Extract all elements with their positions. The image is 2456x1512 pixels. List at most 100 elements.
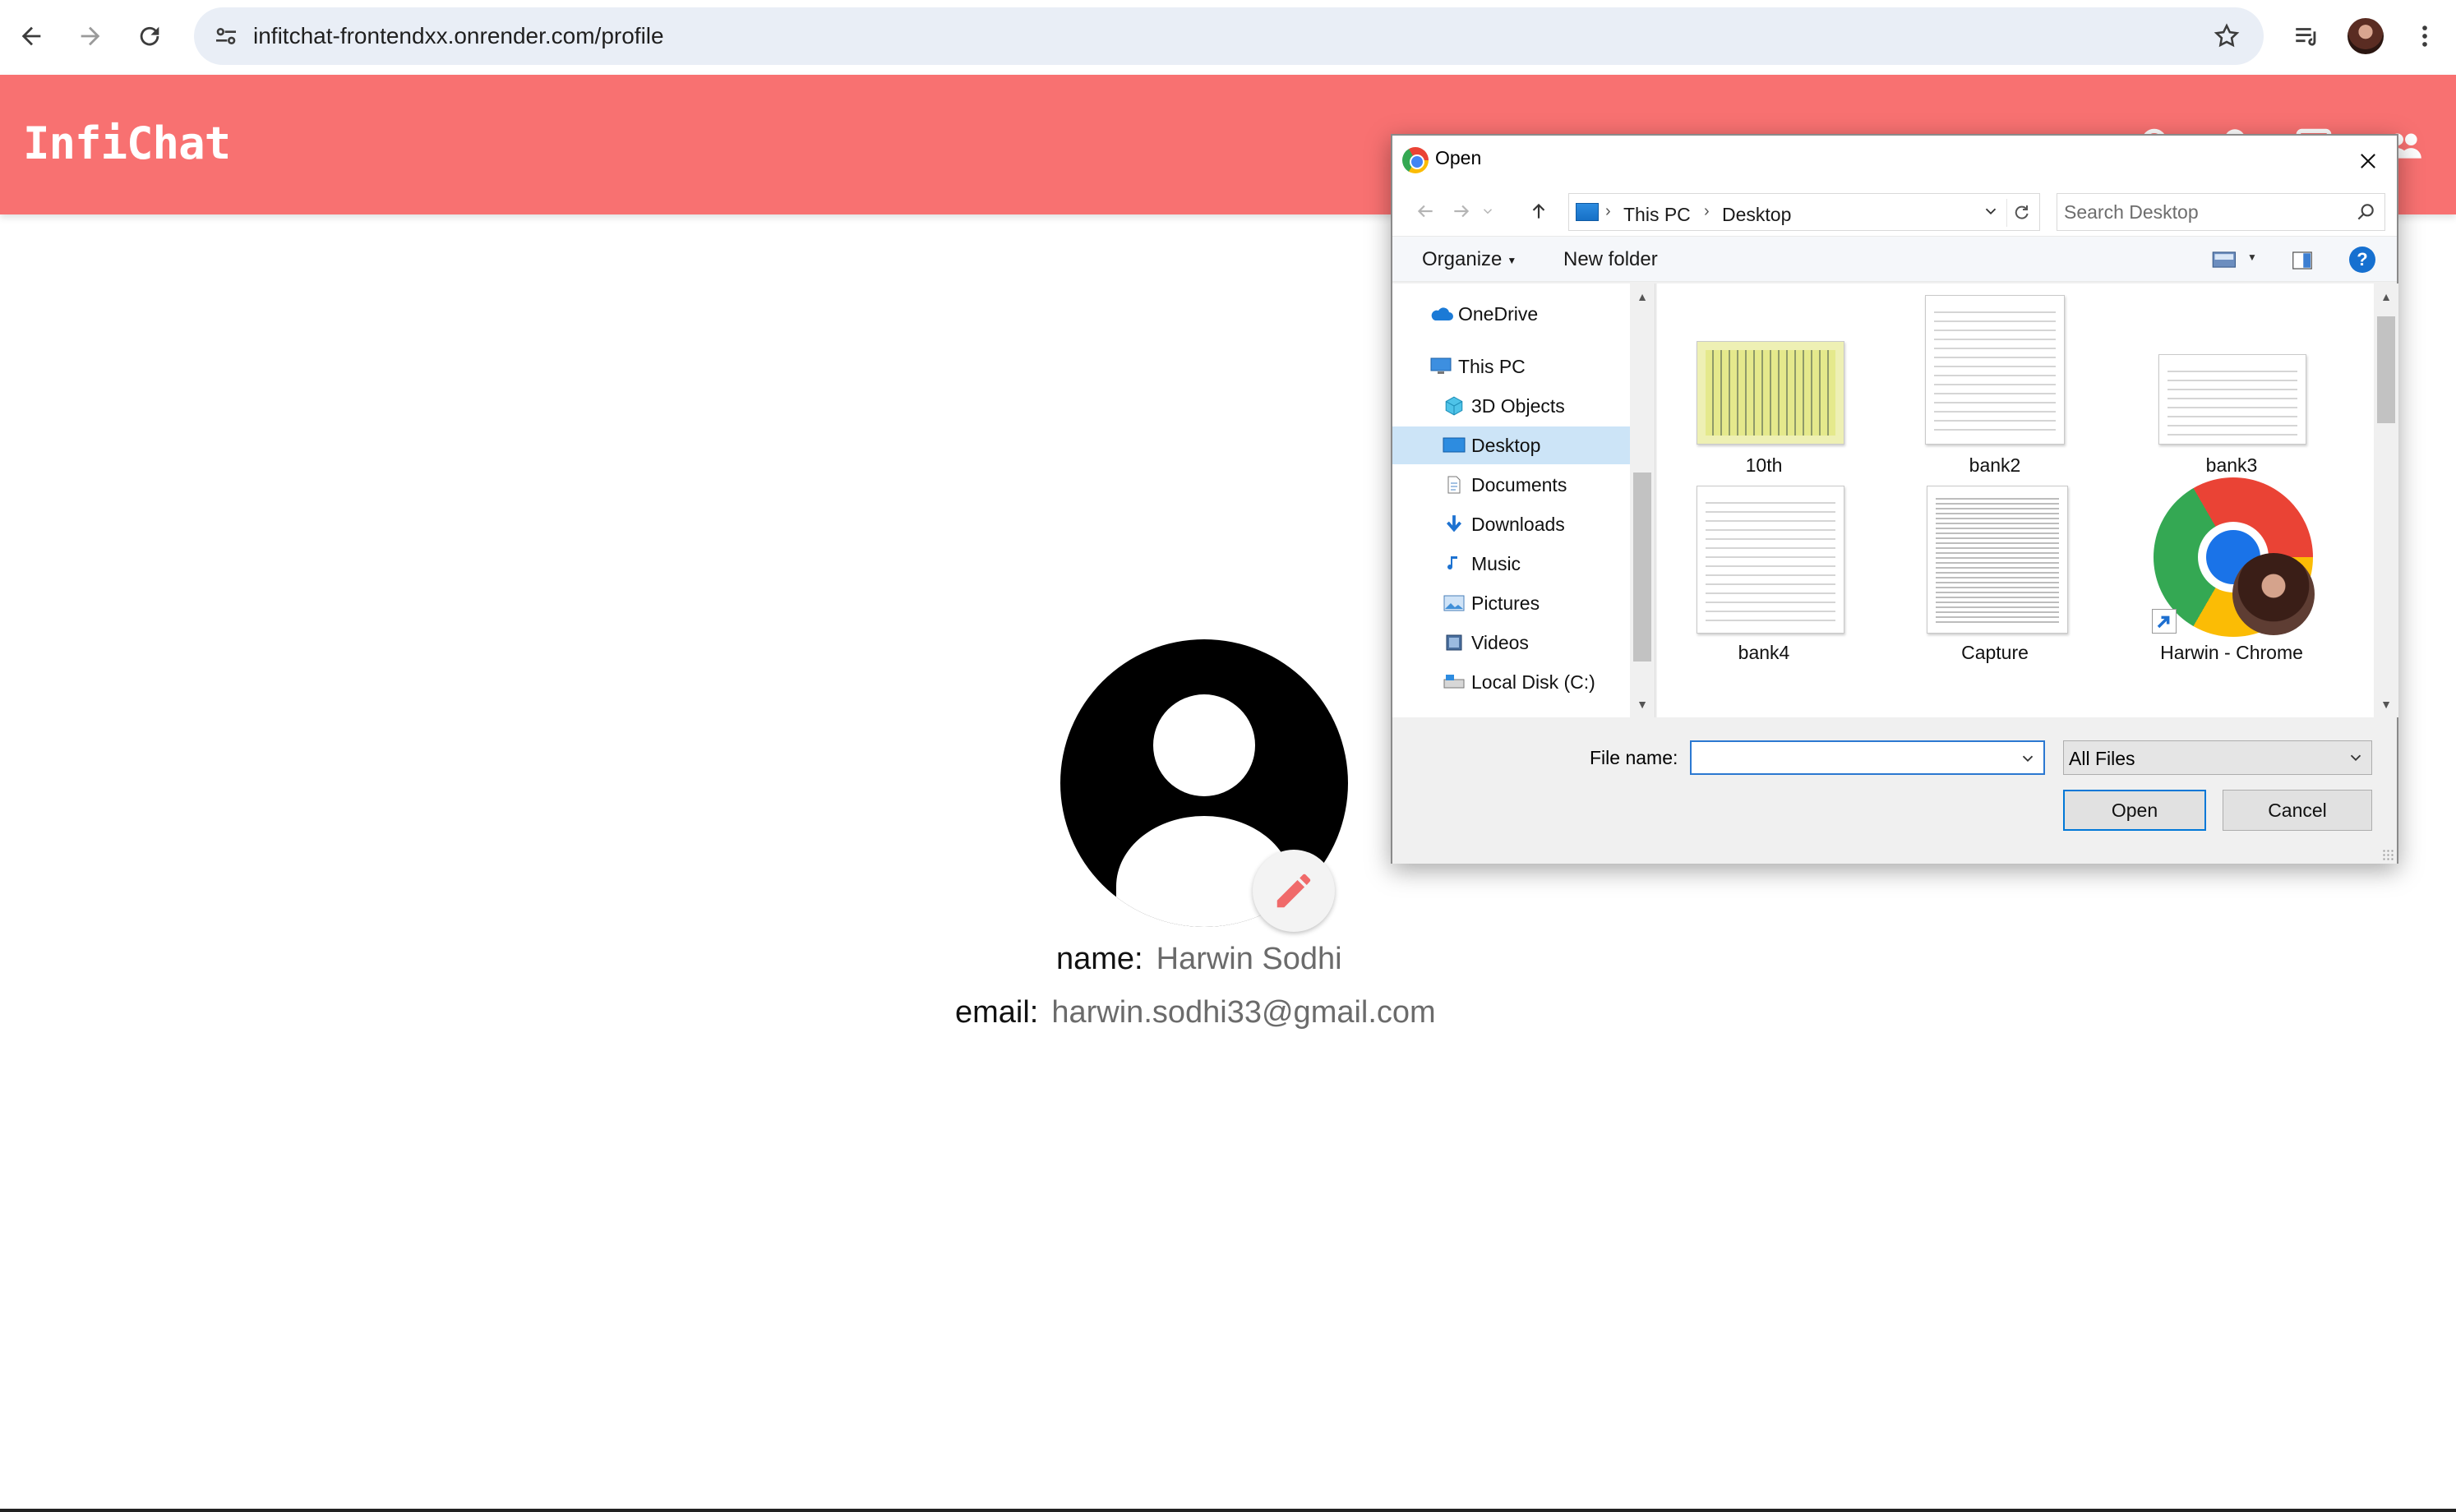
file-label: Harwin - Chrome: [2160, 642, 2303, 663]
nav-item-downloads[interactable]: Downloads: [1442, 505, 1631, 543]
nav-item-videos[interactable]: Videos: [1442, 624, 1631, 662]
address-bar[interactable]: infitchat-frontendxx.onrender.com/profil…: [194, 7, 2264, 65]
chevron-down-icon: [1483, 209, 1493, 214]
site-info-icon[interactable]: [209, 19, 243, 53]
file-type-select[interactable]: All Files: [2063, 740, 2372, 775]
dialog-back-button[interactable]: [1410, 196, 1440, 226]
nav-item-local-disk[interactable]: Local Disk (C:): [1442, 663, 1631, 701]
nav-item-label: OneDrive: [1458, 302, 1539, 325]
recent-locations-button[interactable]: [1478, 196, 1498, 226]
nav-item-desktop[interactable]: Desktop: [1392, 426, 1631, 464]
bookmark-star-icon[interactable]: [2209, 19, 2244, 53]
file-thumbnail: [1697, 341, 1844, 445]
folder-path-box[interactable]: › This PC › Desktop: [1568, 193, 2040, 231]
breadcrumb-this-pc[interactable]: This PC: [1623, 204, 1691, 226]
nav-item-label: Videos: [1471, 631, 1529, 653]
nav-item-label: Desktop: [1471, 434, 1541, 456]
chevron-right-icon: ›: [1605, 202, 1611, 220]
dialog-titlebar[interactable]: Open: [1392, 136, 2397, 187]
file-item-bank4[interactable]: bank4: [1657, 477, 1844, 675]
search-desktop-box[interactable]: [2057, 193, 2385, 231]
scroll-up-arrow-icon[interactable]: ▲: [2374, 287, 2398, 307]
music-icon: [1442, 552, 1466, 575]
nav-item-documents[interactable]: Documents: [1442, 466, 1631, 504]
file-name-field[interactable]: [1690, 740, 2045, 775]
file-item-10th[interactable]: 10th: [1657, 284, 1844, 481]
dialog-footer: File name: All Files Open Cancel: [1392, 719, 2397, 864]
cloud-icon: [1429, 302, 1453, 325]
profile-avatar: [2232, 553, 2315, 635]
profile-name-row: name: Harwin Sodhi: [1056, 942, 1342, 977]
chevron-right-icon: ›: [1704, 202, 1710, 220]
help-icon[interactable]: ?: [2349, 247, 2375, 273]
videos-icon: [1442, 631, 1466, 654]
drive-icon: [1442, 671, 1466, 694]
search-input[interactable]: [2064, 199, 2343, 225]
file-item-bank2[interactable]: bank2: [1887, 284, 2065, 481]
reload-button[interactable]: [127, 13, 173, 59]
chevron-down-icon[interactable]: [1982, 202, 2000, 220]
file-label: Capture: [1961, 642, 2029, 663]
files-scrollbar[interactable]: ▲ ▼: [2374, 284, 2398, 717]
new-folder-button[interactable]: New folder: [1563, 248, 1658, 271]
profile-avatar[interactable]: [2348, 18, 2384, 54]
pictures-icon: [1442, 592, 1466, 615]
nav-item-onedrive[interactable]: OneDrive: [1429, 295, 1618, 333]
resize-grip-icon[interactable]: [2382, 849, 2394, 860]
nav-item-3d-objects[interactable]: 3D Objects: [1442, 387, 1631, 425]
file-thumbnail: [2158, 354, 2306, 445]
file-item-bank3[interactable]: bank3: [2117, 284, 2306, 481]
nav-item-label: Local Disk (C:): [1471, 671, 1595, 693]
arrow-right-icon: [81, 26, 100, 46]
back-button[interactable]: [8, 13, 54, 59]
media-control-icon[interactable]: [2285, 15, 2328, 58]
files-pane: 10th bank2 bank3 bank4 Capture Harwin - …: [1657, 284, 2398, 717]
organize-label: Organize: [1422, 248, 1503, 270]
scrollbar-thumb[interactable]: [2377, 316, 2395, 423]
avatar-head-shape: [1153, 694, 1255, 796]
forward-button[interactable]: [67, 13, 113, 59]
scrollbar-thumb[interactable]: [1633, 472, 1651, 662]
organize-button[interactable]: Organize ▼: [1422, 248, 1517, 271]
up-folder-button[interactable]: [1524, 196, 1553, 226]
reload-icon: [140, 26, 159, 46]
nav-item-this-pc[interactable]: This PC: [1429, 348, 1618, 385]
breadcrumb-desktop[interactable]: Desktop: [1722, 204, 1791, 226]
dialog-command-bar: Organize ▼ New folder ▼ ?: [1392, 236, 2397, 282]
chevron-down-icon[interactable]: [2019, 749, 2037, 768]
app-logo[interactable]: InfiChat: [23, 118, 231, 169]
name-value: Harwin Sodhi: [1156, 942, 1342, 976]
kebab-menu-icon[interactable]: [2403, 15, 2446, 58]
file-open-dialog: Open › This PC › Desktop Search Desktop …: [1391, 134, 2398, 864]
chrome-shortcut-icon: [2154, 477, 2315, 637]
nav-item-pictures[interactable]: Pictures: [1442, 584, 1631, 622]
download-icon: [1442, 513, 1466, 536]
file-name-input[interactable]: [1695, 745, 2007, 770]
file-item-harwin-chrome[interactable]: Harwin - Chrome: [2117, 477, 2315, 675]
refresh-button[interactable]: [2006, 199, 2034, 227]
scroll-down-arrow-icon[interactable]: ▼: [2374, 694, 2398, 714]
open-button[interactable]: Open: [2063, 790, 2206, 831]
nav-item-label: Pictures: [1471, 592, 1540, 614]
document-icon: [1442, 473, 1466, 496]
view-options-icon[interactable]: [2211, 248, 2239, 271]
cancel-button[interactable]: Cancel: [2223, 790, 2372, 831]
file-thumbnail: [1925, 295, 2065, 445]
window-bottom-border: [0, 1509, 2456, 1512]
caret-down-icon: ▼: [1507, 254, 1517, 266]
dialog-forward-button[interactable]: [1447, 196, 1476, 226]
scroll-down-arrow-icon[interactable]: ▼: [1630, 694, 1655, 714]
edit-avatar-button[interactable]: [1253, 850, 1335, 932]
file-label: bank2: [1969, 454, 2021, 476]
caret-down-icon[interactable]: ▼: [2247, 251, 2257, 263]
file-name-label: File name:: [1590, 747, 1678, 768]
close-button[interactable]: [2348, 141, 2389, 182]
nav-item-music[interactable]: Music: [1442, 545, 1631, 583]
arrow-right-icon: [1454, 205, 1470, 218]
scroll-up-arrow-icon[interactable]: ▲: [1630, 287, 1655, 307]
email-label: email:: [955, 995, 1039, 1030]
chrome-icon: [1402, 147, 1429, 173]
file-item-capture[interactable]: Capture: [1887, 477, 2068, 675]
preview-pane-icon[interactable]: [2290, 248, 2315, 273]
file-thumbnail: [1697, 486, 1844, 634]
